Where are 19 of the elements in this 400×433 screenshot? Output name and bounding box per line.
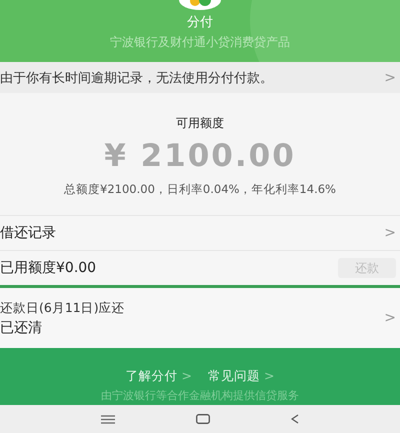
used-amount: 已用额度¥0.00 <box>0 259 96 277</box>
due-date-text: 还款日(6月11日)应还 <box>0 300 125 316</box>
chevron: > <box>384 310 396 326</box>
back-icon[interactable] <box>291 414 300 424</box>
overdue-notice[interactable]: 由于你有长时间逾期记录，无法使用分付付款。 > <box>0 62 400 93</box>
menu-icon[interactable] <box>100 414 115 424</box>
available-amount: ¥ 2100.00 <box>104 138 296 174</box>
chevron: > <box>384 70 396 86</box>
footer-note: 由宁波银行等合作金融机构提供信贷服务 <box>101 388 299 403</box>
logo-icon <box>179 0 221 10</box>
home-icon[interactable] <box>196 414 210 424</box>
notice-text: 由于你有长时间逾期记录，无法使用分付付款。 <box>0 70 273 86</box>
app-title: 分付 <box>187 14 213 31</box>
app-subtitle: 宁波银行及财付通小贷消费贷产品 <box>110 34 290 51</box>
credit-details: 总额度¥2100.00，日利率0.04%，年化利率14.6% <box>64 182 336 197</box>
available-label: 可用额度 <box>176 115 224 132</box>
records-label: 借还记录 <box>0 224 56 242</box>
chevron: > <box>384 225 396 241</box>
repayment-status: 已还清 <box>0 318 43 336</box>
